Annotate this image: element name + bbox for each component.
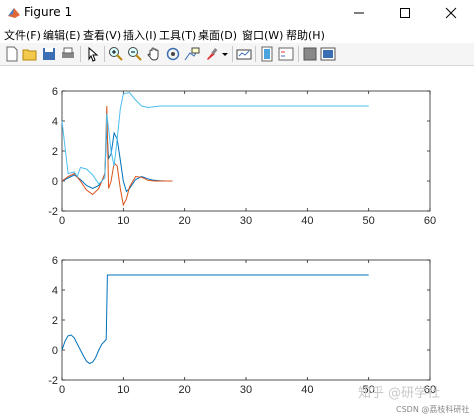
x-tick-label: 10 xyxy=(117,215,129,227)
y-tick-label: 2 xyxy=(52,315,58,327)
zoom-out-icon[interactable] xyxy=(127,46,143,62)
y-tick-label: 2 xyxy=(52,146,58,158)
y-tick-label: 6 xyxy=(52,255,58,267)
menu-edit[interactable]: 编辑(E) xyxy=(43,27,81,43)
data-cursor-icon[interactable] xyxy=(184,46,200,62)
rotate-3d-icon[interactable] xyxy=(165,46,181,62)
print-icon[interactable] xyxy=(60,46,76,62)
x-tick-label: 30 xyxy=(240,384,252,396)
y-tick-label: 0 xyxy=(52,345,58,357)
maximize-icon xyxy=(400,8,410,18)
plot-area: 0 10 20 30 40 50 60-202460 10 20 30 40 50 60-20246 xyxy=(48,86,436,396)
save-icon[interactable] xyxy=(41,46,57,62)
toolbar-separator xyxy=(80,46,81,62)
y-tick-label: -2 xyxy=(48,375,58,387)
axes-box xyxy=(61,259,431,381)
show-plot-tools-icon[interactable] xyxy=(320,46,336,62)
menu-view[interactable]: 查看(V) xyxy=(83,27,121,43)
minimize-icon xyxy=(354,12,364,14)
menu-help[interactable]: 帮助(H) xyxy=(286,27,325,43)
insert-colorbar-icon[interactable] xyxy=(259,46,275,62)
toolbar-separator xyxy=(232,46,233,62)
x-tick-label: 30 xyxy=(240,215,252,227)
y-tick-label: 4 xyxy=(52,116,58,128)
link-plot-icon[interactable] xyxy=(236,46,252,62)
x-tick-label: 40 xyxy=(301,215,313,227)
menu-insert[interactable]: 插入(I) xyxy=(123,27,157,43)
matlab-logo-icon xyxy=(8,8,20,18)
toolbar-separator xyxy=(298,46,299,62)
y-tick-label: 6 xyxy=(52,86,58,98)
x-tick-label: 10 xyxy=(117,384,129,396)
pointer-icon[interactable] xyxy=(85,46,101,62)
x-tick-label: 20 xyxy=(179,384,191,396)
y-tick-label: 0 xyxy=(52,176,58,188)
zoom-in-icon[interactable] xyxy=(108,46,124,62)
x-tick-label: 40 xyxy=(301,384,313,396)
hide-plot-tools-icon[interactable] xyxy=(302,46,318,62)
pan-hand-icon[interactable] xyxy=(146,46,162,62)
x-tick-label: 0 xyxy=(59,384,65,396)
brush-icon[interactable] xyxy=(204,46,220,62)
y-tick-label: 4 xyxy=(52,285,58,297)
close-icon xyxy=(445,7,457,19)
toolbar-separator xyxy=(104,46,105,62)
figure-canvas: 0 10 20 30 40 50 60 -2 0 2 4 6 0 10 20 30 40 50 60 -2 0 2 4 6 知… xyxy=(0,66,474,419)
brush-dropdown-icon[interactable] xyxy=(221,46,229,62)
new-figure-icon[interactable] xyxy=(4,46,20,62)
open-file-icon[interactable] xyxy=(22,46,38,62)
watermark-subtext: CSDN @荔枝科研社 xyxy=(396,405,470,414)
x-tick-label: 50 xyxy=(363,215,375,227)
menu-desktop[interactable]: 桌面(D) xyxy=(198,27,237,43)
menu-file[interactable]: 文件(F) xyxy=(4,27,41,43)
y-tick-label: -2 xyxy=(48,206,58,218)
axes-box xyxy=(61,90,431,212)
watermark-text: 知乎 @研学社 xyxy=(358,386,441,401)
x-tick-label: 60 xyxy=(424,215,436,227)
maximize-button[interactable] xyxy=(382,0,428,26)
figure-toolbar xyxy=(0,43,474,66)
minimize-button[interactable] xyxy=(336,0,382,26)
toolbar-separator xyxy=(255,46,256,62)
window-title: Figure 1 xyxy=(24,5,73,19)
title-bar: Figure 1 xyxy=(0,0,474,26)
insert-legend-icon[interactable] xyxy=(278,46,294,62)
menu-tools[interactable]: 工具(T) xyxy=(159,27,196,43)
x-tick-label: 20 xyxy=(179,215,191,227)
menu-bar: 文件(F) 编辑(E) 查看(V) 插入(I) 工具(T) 桌面(D) 窗口(W… xyxy=(0,26,474,43)
close-button[interactable] xyxy=(428,0,474,26)
x-tick-label: 0 xyxy=(59,215,65,227)
menu-window[interactable]: 窗口(W) xyxy=(242,27,283,43)
